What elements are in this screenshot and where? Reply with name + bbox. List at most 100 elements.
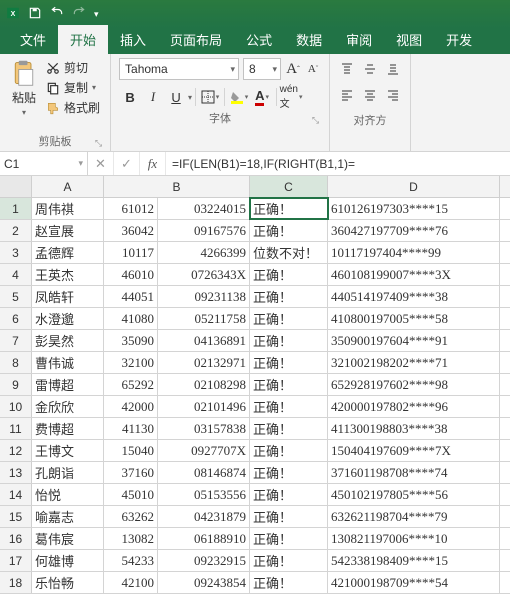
cell[interactable]: 44051 [104,286,158,307]
italic-button[interactable]: I [142,86,164,108]
cell[interactable]: 4266399 [158,242,250,263]
cell[interactable]: 65292 [104,374,158,395]
cell[interactable]: 36042 [104,220,158,241]
bold-button[interactable]: B [119,86,141,108]
cell[interactable]: 54233 [104,550,158,571]
font-launcher-icon[interactable]: ⤡ [312,115,319,126]
cell[interactable]: 正确！ [250,462,328,483]
fill-color-button[interactable] [228,86,250,108]
tab-view[interactable]: 视图 [384,25,434,54]
font-size-select[interactable]: 8 [243,58,281,80]
undo-icon[interactable] [50,6,64,23]
cell[interactable]: 321002198202****71 [328,352,500,373]
cut-button[interactable]: 剪切 [46,59,100,76]
cell[interactable]: 411300198803****38 [328,418,500,439]
cell[interactable]: 正确！ [250,330,328,351]
row-header[interactable]: 7 [0,330,32,351]
font-color-button[interactable]: A [251,86,273,108]
cell[interactable]: 542338198409****15 [328,550,500,571]
cell[interactable]: 位数不对！ [250,242,328,263]
cell[interactable]: 45010 [104,484,158,505]
tab-developer[interactable]: 开发 [434,25,484,54]
row-header[interactable]: 15 [0,506,32,527]
cell[interactable]: 04231879 [158,506,250,527]
cell[interactable]: 曹伟诚 [32,352,104,373]
cell[interactable]: 421000198709****54 [328,572,500,593]
cell[interactable]: 雷博超 [32,374,104,395]
paste-dropdown-icon[interactable]: ▾ [22,108,26,117]
row-header[interactable]: 1 [0,198,32,219]
tab-insert[interactable]: 插入 [108,25,158,54]
cell[interactable]: 何雄博 [32,550,104,571]
underline-dropdown-icon[interactable]: ▾ [188,93,192,102]
cell[interactable]: 彭昊然 [32,330,104,351]
cell[interactable]: 葛伟宸 [32,528,104,549]
row-header[interactable]: 5 [0,286,32,307]
copy-button[interactable]: 复制▾ [46,79,100,96]
cell[interactable]: 02108298 [158,374,250,395]
cell[interactable]: 03157838 [158,418,250,439]
cell[interactable]: 63262 [104,506,158,527]
cell[interactable]: 05211758 [158,308,250,329]
tab-review[interactable]: 审阅 [334,25,384,54]
cell[interactable]: 正确！ [250,286,328,307]
cell[interactable]: 42000 [104,396,158,417]
row-header[interactable]: 16 [0,528,32,549]
row-header[interactable]: 6 [0,308,32,329]
cell[interactable]: 08146874 [158,462,250,483]
cell[interactable]: 王博文 [32,440,104,461]
cell[interactable]: 13082 [104,528,158,549]
cell[interactable]: 正确！ [250,220,328,241]
col-header-D[interactable]: D [328,176,500,197]
cell[interactable]: 正确！ [250,528,328,549]
align-left-icon[interactable] [336,84,358,106]
formula-cancel-icon[interactable]: ✕ [88,152,114,175]
row-header[interactable]: 9 [0,374,32,395]
tab-file[interactable]: 文件 [8,25,58,54]
clipboard-launcher-icon[interactable]: ⤡ [95,138,102,149]
cell[interactable]: 371601198708****74 [328,462,500,483]
row-header[interactable]: 18 [0,572,32,593]
cell[interactable]: 正确！ [250,396,328,417]
qat-dropdown-icon[interactable]: ▾ [94,9,99,20]
align-top-icon[interactable] [336,58,358,80]
align-center-icon[interactable] [359,84,381,106]
cell[interactable]: 正确！ [250,374,328,395]
cell[interactable]: 150404197609****7X [328,440,500,461]
cell[interactable]: 460108199007****3X [328,264,500,285]
cell[interactable]: 410800197005****58 [328,308,500,329]
align-middle-icon[interactable] [359,58,381,80]
cell[interactable]: 350900197604****91 [328,330,500,351]
row-header[interactable]: 2 [0,220,32,241]
cell[interactable]: 02101496 [158,396,250,417]
cell[interactable]: 09167576 [158,220,250,241]
increase-font-icon[interactable]: Aˆ [285,59,301,79]
cell[interactable]: 09231138 [158,286,250,307]
border-button[interactable] [199,86,221,108]
cell[interactable]: 乐怡畅 [32,572,104,593]
cell[interactable]: 05153556 [158,484,250,505]
cell[interactable]: 孟德辉 [32,242,104,263]
cell[interactable]: 32100 [104,352,158,373]
format-painter-button[interactable]: 格式刷 [46,99,100,116]
cell[interactable]: 03224015 [158,198,250,219]
phonetic-button[interactable]: wén文 [280,86,302,108]
cell[interactable]: 450102197805****56 [328,484,500,505]
tab-page-layout[interactable]: 页面布局 [158,25,234,54]
row-header[interactable]: 4 [0,264,32,285]
col-header-A[interactable]: A [32,176,104,197]
cell[interactable]: 632621198704****79 [328,506,500,527]
tab-data[interactable]: 数据 [284,25,334,54]
cell[interactable]: 正确！ [250,440,328,461]
align-right-icon[interactable] [382,84,404,106]
col-header-C[interactable]: C [250,176,328,197]
cell[interactable]: 周伟祺 [32,198,104,219]
cell[interactable]: 正确！ [250,550,328,571]
cell[interactable]: 金欣欣 [32,396,104,417]
cell[interactable]: 35090 [104,330,158,351]
cell[interactable]: 费博超 [32,418,104,439]
cell[interactable]: 正确！ [250,484,328,505]
cell[interactable]: 10117 [104,242,158,263]
cell[interactable]: 02132971 [158,352,250,373]
cell[interactable]: 王英杰 [32,264,104,285]
